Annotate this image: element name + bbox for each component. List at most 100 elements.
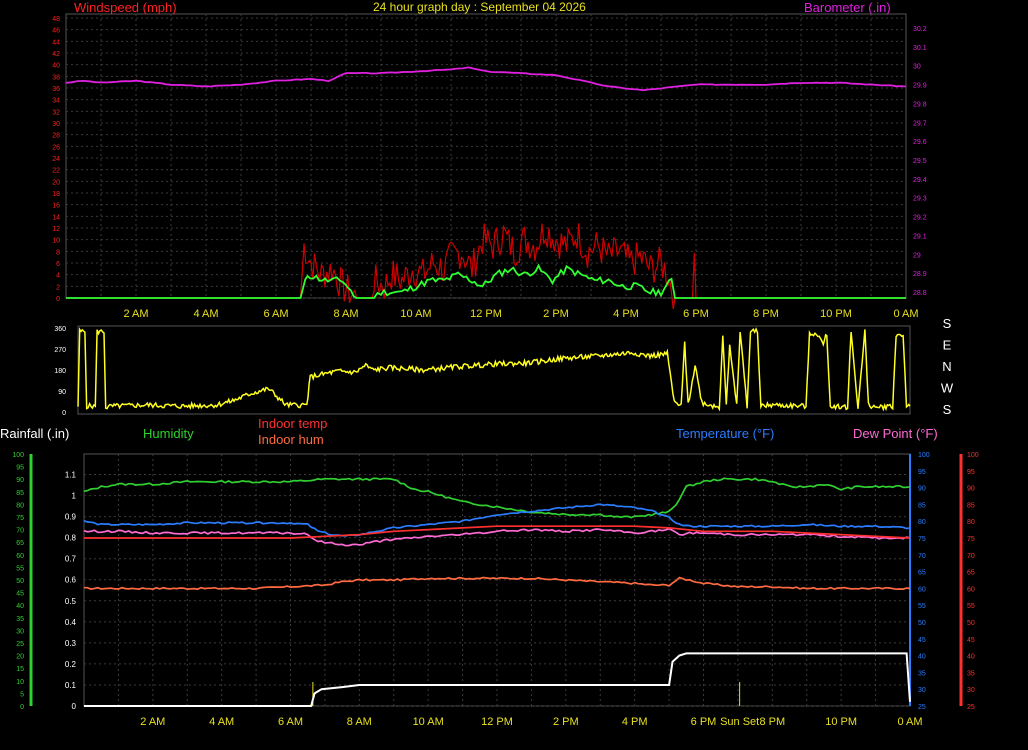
indoor-tick-label: 75 <box>967 536 975 543</box>
humidity-tick-label: 70 <box>16 528 24 535</box>
windspeed-tick-label: 22 <box>52 168 60 175</box>
rainfall-axis-title: Rainfall (.in) <box>0 426 70 441</box>
panel3-time-tick-label: 8 AM <box>347 716 372 728</box>
indoor-tick-label: 25 <box>967 704 975 711</box>
direction-tick-label: 90 <box>58 389 66 396</box>
direction-tick-label: 360 <box>54 326 66 333</box>
indoor-tick-label: 55 <box>967 603 975 610</box>
temperature-humidity-rain-chart: 0 0.1 0.2 0.3 0.4 0.5 0.6 0.7 0.8 0.9 1 1.1 0 5 10 15 20… <box>12 452 978 728</box>
temperature-tick-label: 100 <box>918 452 930 459</box>
indoor-tick-label: 65 <box>967 570 975 577</box>
humidity-tick-label: 75 <box>16 515 24 522</box>
windspeed-tick-label: 28 <box>52 133 60 140</box>
humidity-tick-label: 80 <box>16 502 24 509</box>
rainfall-tick-label: 0.8 <box>65 534 77 543</box>
humidity-tick-label: 45 <box>16 591 24 598</box>
temperature-tick-label: 25 <box>918 704 926 711</box>
panel3-time-tick-label: 4 PM <box>622 716 648 728</box>
indoor-tick-label: 45 <box>967 637 975 644</box>
temperature-tick-label: 90 <box>918 486 926 493</box>
compass-label: S <box>943 402 952 417</box>
panel3-time-tick-label: 0 AM <box>897 716 922 728</box>
wind-direction-chart: 090180270360 SENWS <box>54 318 954 417</box>
windspeed-tick-label: 18 <box>52 191 60 198</box>
temperature-tick-label: 80 <box>918 519 926 526</box>
temperature-tick-label: 65 <box>918 570 926 577</box>
windspeed-tick-label: 46 <box>52 28 60 35</box>
direction-tick-label: 180 <box>54 368 66 375</box>
indoor-temp-legend-label: Indoor temp <box>258 416 328 431</box>
barometer-tick-label: 29.2 <box>913 215 927 222</box>
temperature-tick-label: 95 <box>918 469 926 476</box>
barometer-tick-label: 29.3 <box>913 196 927 203</box>
rainfall-tick-label: 0 <box>72 702 77 711</box>
compass-label: E <box>943 338 952 353</box>
humidity-tick-label: 95 <box>16 465 24 472</box>
indoor-hum-series-line <box>84 576 911 591</box>
indoor-hum-legend-label: Indoor hum <box>258 432 324 447</box>
barometer-tick-label: 29.9 <box>913 83 927 90</box>
indoor-tick-label: 40 <box>967 654 975 661</box>
temperature-tick-label: 55 <box>918 603 926 610</box>
windspeed-tick-label: 14 <box>52 214 60 221</box>
windspeed-barometer-chart: 0246810121416182022242628303234363840424… <box>52 13 927 320</box>
windspeed-tick-label: 30 <box>52 121 60 128</box>
barometer-tick-label: 29.1 <box>913 233 927 240</box>
temperature-tick-label: 35 <box>918 670 926 677</box>
windspeed-tick-label: 26 <box>52 144 60 151</box>
panel3-time-tick-label: 2 PM <box>553 716 579 728</box>
temperature-tick-label: 45 <box>918 637 926 644</box>
temperature-tick-label: 40 <box>918 654 926 661</box>
panel3-time-tick-label: 10 AM <box>413 716 444 728</box>
barometer-tick-label: 30.2 <box>913 26 927 33</box>
humidity-tick-label: 65 <box>16 540 24 547</box>
rainfall-tick-label: 0.7 <box>65 555 77 564</box>
humidity-tick-label: 60 <box>16 553 24 560</box>
barometer-tick-label: 30.1 <box>913 45 927 52</box>
indoor-tick-label: 60 <box>967 586 975 593</box>
rainfall-tick-label: 1.1 <box>65 471 77 480</box>
indoor-tick-label: 90 <box>967 486 975 493</box>
humidity-tick-label: 100 <box>12 452 24 459</box>
rainfall-tick-label: 0.1 <box>65 681 77 690</box>
weather-graph-window: 0 2 4 6 8 10 12 14 16 18 20 22 24 26 28 30 32 34 36 38 40 42 4… <box>0 0 1028 749</box>
barometer-tick-label: 30 <box>913 64 921 71</box>
direction-tick-label: 270 <box>54 347 66 354</box>
temperature-tick-label: 75 <box>918 536 926 543</box>
temperature-tick-label: 50 <box>918 620 926 627</box>
humidity-tick-label: 30 <box>16 628 24 635</box>
panel1-right-axis-title: Barometer (.in) <box>804 0 891 15</box>
dew-point-legend-label: Dew Point (°F) <box>853 426 938 441</box>
windspeed-tick-label: 44 <box>52 39 60 46</box>
windspeed-tick-label: 20 <box>52 179 60 186</box>
barometer-tick-label: 29.4 <box>913 177 927 184</box>
rainfall-tick-label: 0.2 <box>65 660 77 669</box>
humidity-tick-label: 10 <box>16 679 24 686</box>
windspeed-tick-label: 2 <box>56 284 60 291</box>
windspeed-tick-label: 8 <box>56 249 60 256</box>
barometer-tick-label: 29.7 <box>913 120 927 127</box>
indoor-tick-label: 70 <box>967 553 975 560</box>
chart-title: 24 hour graph day : September 04 2026 <box>373 0 586 14</box>
compass-label: S <box>943 318 952 331</box>
humidity-tick-label: 55 <box>16 565 24 572</box>
compass-label: W <box>941 381 954 396</box>
humidity-tick-label: 25 <box>16 641 24 648</box>
indoor-tick-label: 80 <box>967 519 975 526</box>
windspeed-tick-label: 34 <box>52 98 60 105</box>
windspeed-tick-label: 16 <box>52 203 60 210</box>
rainfall-tick-label: 0.3 <box>65 639 77 648</box>
barometer-tick-label: 29.8 <box>913 101 927 108</box>
windspeed-tick-label: 32 <box>52 109 60 116</box>
windspeed-tick-label: 10 <box>52 238 60 245</box>
indoor-temp-series-line <box>84 525 911 539</box>
windspeed-tick-label: 42 <box>52 51 60 58</box>
panel1-left-axis-title: Windspeed (mph) <box>74 0 177 15</box>
temperature-legend-label: Temperature (°F) <box>676 426 775 441</box>
rainfall-tick-label: 0.6 <box>65 576 77 585</box>
panel3-time-tick-label: 2 AM <box>140 716 165 728</box>
windspeed-tick-label: 48 <box>52 16 60 23</box>
panel3-time-tick-label: 12 PM <box>481 716 513 728</box>
barometer-tick-label: 29.5 <box>913 158 927 165</box>
indoor-tick-label: 30 <box>967 687 975 694</box>
